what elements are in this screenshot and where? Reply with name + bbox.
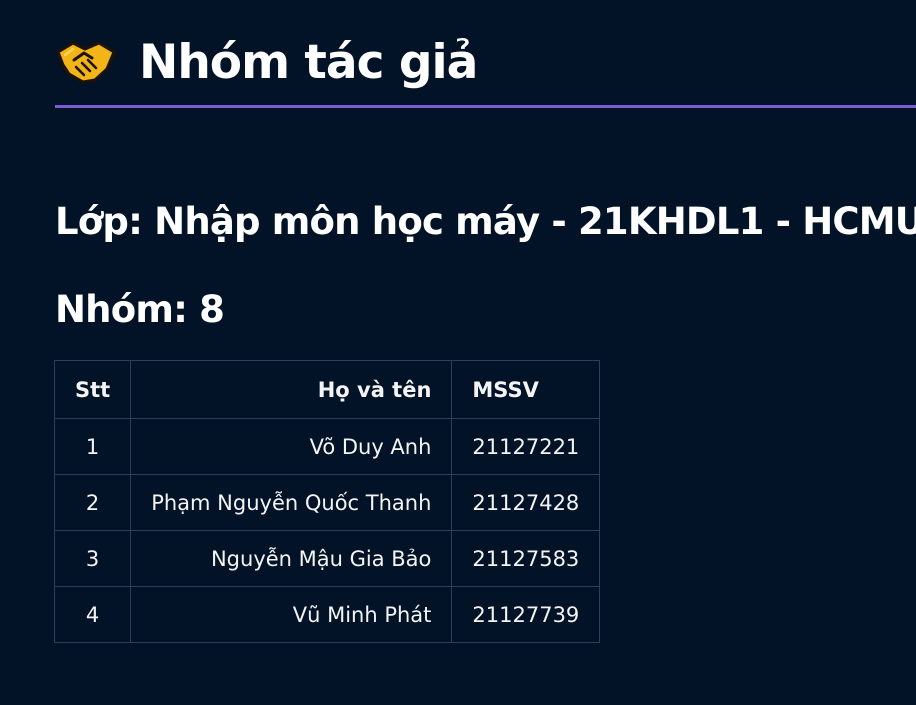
cell-name: Phạm Nguyễn Quốc Thanh xyxy=(130,474,453,531)
class-heading: Lớp: Nhập môn học máy - 21KHDL1 - HCMUS xyxy=(55,200,916,243)
column-header-mssv: MSSV xyxy=(451,360,601,419)
table-header-row: Stt Họ và tên MSSV xyxy=(53,360,601,419)
cell-mssv: 21127221 xyxy=(451,418,601,475)
cell-stt: 4 xyxy=(53,586,132,643)
cell-name: Vũ Minh Phát xyxy=(130,586,453,643)
cell-stt: 2 xyxy=(53,474,132,531)
header-row: Nhóm tác giả xyxy=(55,30,916,94)
cell-mssv: 21127583 xyxy=(451,530,601,587)
members-table: Stt Họ và tên MSSV 1 Võ Duy Anh 21127221… xyxy=(53,360,601,643)
table-row: 3 Nguyễn Mậu Gia Bảo 21127583 xyxy=(53,530,601,587)
column-header-stt: Stt xyxy=(53,360,132,419)
cell-stt: 3 xyxy=(53,530,132,587)
group-heading: Nhóm: 8 xyxy=(55,288,225,331)
table-row: 4 Vũ Minh Phát 21127739 xyxy=(53,586,601,643)
page-title: Nhóm tác giả xyxy=(139,34,478,90)
cell-name: Nguyễn Mậu Gia Bảo xyxy=(130,530,453,587)
cell-mssv: 21127428 xyxy=(451,474,601,531)
table-row: 1 Võ Duy Anh 21127221 xyxy=(53,418,601,475)
handshake-icon xyxy=(56,41,116,84)
cell-name: Võ Duy Anh xyxy=(130,418,453,475)
column-header-name: Họ và tên xyxy=(130,360,453,419)
table-row: 2 Phạm Nguyễn Quốc Thanh 21127428 xyxy=(53,474,601,531)
cell-mssv: 21127739 xyxy=(451,586,601,643)
cell-stt: 1 xyxy=(53,418,132,475)
page-header: Nhóm tác giả xyxy=(55,30,916,108)
page: Nhóm tác giả Lớp: Nhập môn học máy - 21K… xyxy=(0,0,916,705)
